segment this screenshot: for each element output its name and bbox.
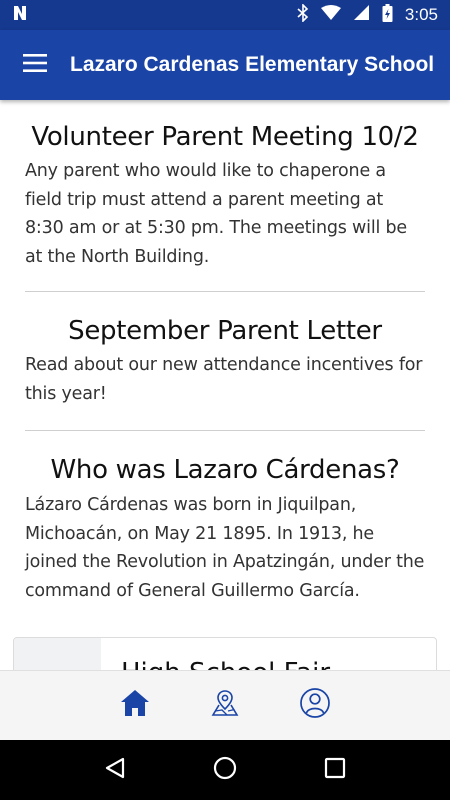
article-title[interactable]: September Parent Letter xyxy=(25,314,425,348)
system-back-button[interactable] xyxy=(95,750,135,790)
news-article[interactable]: Volunteer Parent Meeting 10/2 Any parent… xyxy=(0,100,450,291)
home-circle-icon xyxy=(213,756,237,785)
cell-signal-icon xyxy=(353,4,370,26)
back-icon xyxy=(104,757,126,784)
card-thumbnail xyxy=(14,638,101,670)
bluetooth-icon xyxy=(297,2,309,27)
news-article[interactable]: September Parent Letter Read about our n… xyxy=(0,292,450,430)
news-feed[interactable]: Volunteer Parent Meeting 10/2 Any parent… xyxy=(0,100,450,670)
article-body: Lázaro Cárdenas was born in Jiquilpan, M… xyxy=(25,495,425,601)
n-notification-icon xyxy=(12,5,28,26)
system-home-button[interactable] xyxy=(205,750,245,790)
article-body: Read about our new attendance incentives… xyxy=(25,355,423,404)
system-recents-button[interactable] xyxy=(315,750,355,790)
status-time: 3:05 xyxy=(404,5,438,24)
nav-profile-button[interactable] xyxy=(293,683,338,728)
event-card[interactable]: High School Fair xyxy=(13,637,437,670)
app-title: Lazaro Cardenas Elementary School xyxy=(70,53,435,76)
nav-map-button[interactable] xyxy=(203,683,248,728)
wifi-icon xyxy=(320,4,341,26)
hamburger-menu-icon xyxy=(23,53,47,77)
home-icon xyxy=(120,689,150,722)
profile-icon xyxy=(299,687,331,724)
article-title[interactable]: Volunteer Parent Meeting 10/2 xyxy=(25,120,425,154)
article-body: Any parent who would like to chaperone a… xyxy=(25,161,407,267)
nav-home-button[interactable] xyxy=(113,683,158,728)
menu-button[interactable] xyxy=(0,30,70,100)
app-bar: Lazaro Cardenas Elementary School xyxy=(0,30,450,100)
battery-icon xyxy=(382,3,393,27)
news-article[interactable]: Who was Lazaro Cárdenas? Lázaro Cárdenas… xyxy=(0,431,450,605)
recents-icon xyxy=(324,757,346,784)
status-bar: 3:05 xyxy=(0,0,450,30)
card-title: High School Fair xyxy=(101,638,330,670)
map-location-icon xyxy=(210,688,240,723)
article-title[interactable]: Who was Lazaro Cárdenas? xyxy=(25,453,425,487)
system-navigation-bar xyxy=(0,740,450,800)
bottom-navigation xyxy=(0,670,450,740)
